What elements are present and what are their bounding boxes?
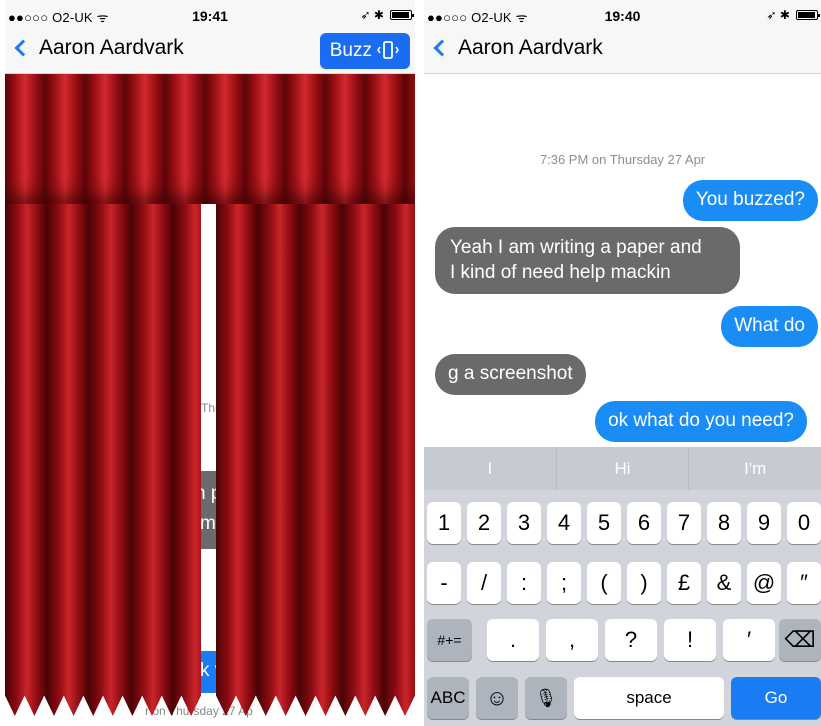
location-bluetooth-icons: ➶ ✱ [766,8,790,22]
key-3[interactable]: 3 [507,502,541,544]
space-key[interactable]: space [574,677,724,719]
nav-bar: Aaron Aardvark Buzz [5,30,415,74]
key-exclamation[interactable]: ! [664,619,716,661]
key-ampersand[interactable]: & [707,562,741,604]
prediction-item[interactable]: I'm [689,447,821,490]
key-6[interactable]: 6 [627,502,661,544]
back-button[interactable]: Aaron Aardvark [432,36,603,60]
back-button[interactable]: Aaron Aardvark [13,36,184,60]
key-period[interactable]: . [487,619,539,661]
backspace-icon[interactable]: ⌫ [779,619,821,661]
prediction-item[interactable]: Hi [557,447,690,490]
key-pound[interactable]: £ [667,562,701,604]
curtain-valance [5,74,415,204]
message-timestamp: 7:36 PM on Thursday 27 Apr [539,152,706,167]
key-slash[interactable]: / [467,562,501,604]
buzz-button[interactable]: Buzz [319,33,410,69]
vibrate-phone-icon [377,41,399,59]
status-time: 19:40 [604,8,641,24]
right-phone-screen: ●●○○○ O2-UK ᯤ 19:40 ➶ ✱ Aaron Aardvark 7… [424,0,821,726]
message-bubble-incoming[interactable]: g a screenshot [435,354,586,395]
peek-grey-line-2: m [201,513,216,534]
microphone-icon[interactable]: 🎙 [525,677,567,719]
nav-bar: Aaron Aardvark [424,30,821,74]
key-hyphen[interactable]: - [427,562,461,604]
key-semicolon[interactable]: ; [547,562,581,604]
chevron-left-icon [433,39,451,57]
message-thread[interactable]: 7:36 PM on Thursday 27 Apr You buzzed? Y… [424,74,821,447]
peek-blue-bubble: k v [201,651,216,693]
key-2[interactable]: 2 [467,502,501,544]
message-bubble-incoming[interactable]: Yeah I am writing a paper and I kind of … [435,227,740,295]
chevron-left-icon [14,39,32,57]
message-bubble-outgoing[interactable]: ok what do you need? [595,401,807,442]
right-curtain-drape [216,204,415,716]
key-open-paren[interactable]: ( [587,562,621,604]
key-9[interactable]: 9 [747,502,781,544]
key-double-quote[interactable]: ″ [787,562,821,604]
left-curtain-drape [5,204,201,716]
key-1[interactable]: 1 [427,502,461,544]
left-phone-screen: ●●○○○ O2-UK ᯤ 19:41 ➶ ✱ Aaron Aardvark B… [5,0,415,726]
key-close-paren[interactable]: ) [627,562,661,604]
status-bar: ●●○○○ O2-UK ᯤ 19:41 ➶ ✱ [5,0,415,30]
key-4[interactable]: 4 [547,502,581,544]
status-icons: ➶ ✱ [766,8,820,22]
peek-grey-line-1: n p [201,483,216,505]
peek-grey-bubble: n p m [201,471,216,549]
emoji-icon[interactable]: ☺ [476,677,518,719]
status-icons: ➶ ✱ [360,8,414,22]
key-abc[interactable]: ABC [427,677,469,719]
key-colon[interactable]: : [507,562,541,604]
keyboard: I Hi I'm 1 2 3 4 5 6 7 8 9 0 - / : ; ( )… [424,447,821,726]
key-question[interactable]: ? [605,619,657,661]
key-comma[interactable]: , [546,619,598,661]
message-bubble-outgoing[interactable]: What do [721,306,818,347]
battery-icon [796,10,820,20]
peek-timestamp-text: Thu [201,401,216,415]
prediction-item[interactable]: I [424,447,557,490]
status-time: 19:41 [192,8,228,24]
go-button[interactable]: Go [731,677,821,719]
key-more-symbols[interactable]: #+= [427,619,472,661]
curtain-overlay: Thu n p m k v r on Thursday 27 Ap [5,74,415,726]
key-at[interactable]: @ [747,562,781,604]
battery-icon [390,10,414,20]
key-apostrophe[interactable]: ′ [723,619,775,661]
key-5[interactable]: 5 [587,502,621,544]
peek-blue-text: k v [201,660,216,681]
key-0[interactable]: 0 [787,502,821,544]
message-bubble-outgoing[interactable]: You buzzed? [682,180,818,221]
buzz-label: Buzz [329,40,372,61]
contact-name: Aaron Aardvark [39,36,184,59]
location-bluetooth-icons: ➶ ✱ [360,8,384,22]
contact-name: Aaron Aardvark [458,36,603,59]
key-7[interactable]: 7 [667,502,701,544]
predictive-bar: I Hi I'm [424,447,821,490]
status-bar: ●●○○○ O2-UK ᯤ 19:40 ➶ ✱ [424,0,821,30]
key-8[interactable]: 8 [707,502,741,544]
